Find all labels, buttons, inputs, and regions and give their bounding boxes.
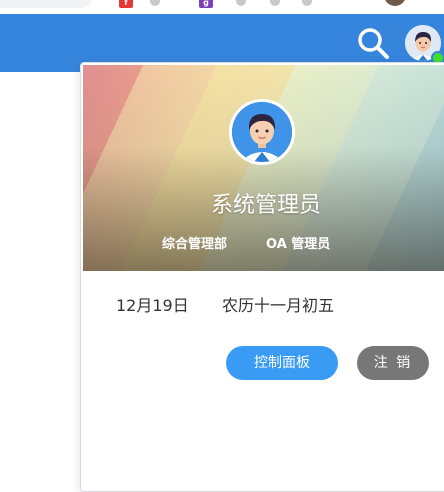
red-extension-icon[interactable]: f (119, 0, 133, 8)
user-department: 综合管理部 (162, 237, 228, 252)
browser-profile-avatar[interactable] (384, 0, 406, 6)
purple-extension-icon[interactable]: g (199, 0, 213, 8)
current-date: 12月19日 (116, 296, 189, 315)
profile-banner: 系统管理员 综合管理部 OA 管理员 (83, 65, 444, 271)
extension-icon[interactable] (236, 0, 246, 6)
banner-overlay (83, 65, 444, 271)
user-profile-dropdown: 系统管理员 综合管理部 OA 管理员 12月19日 农历十一月初五 控制面板 注… (80, 62, 444, 492)
search-icon[interactable] (356, 26, 390, 60)
address-bar[interactable] (0, 0, 92, 8)
logout-button[interactable]: 注 销 (357, 346, 429, 380)
profile-avatar (229, 99, 295, 165)
user-role: OA 管理员 (266, 237, 331, 252)
lunar-date: 农历十一月初五 (222, 296, 335, 315)
user-display-name: 系统管理员 (210, 193, 321, 218)
extension-icon[interactable] (302, 0, 312, 6)
control-panel-button[interactable]: 控制面板 (226, 346, 338, 380)
extension-icon[interactable] (270, 0, 280, 6)
browser-toolbar-fragment: f g (0, 0, 444, 14)
extension-icon[interactable] (150, 0, 160, 6)
